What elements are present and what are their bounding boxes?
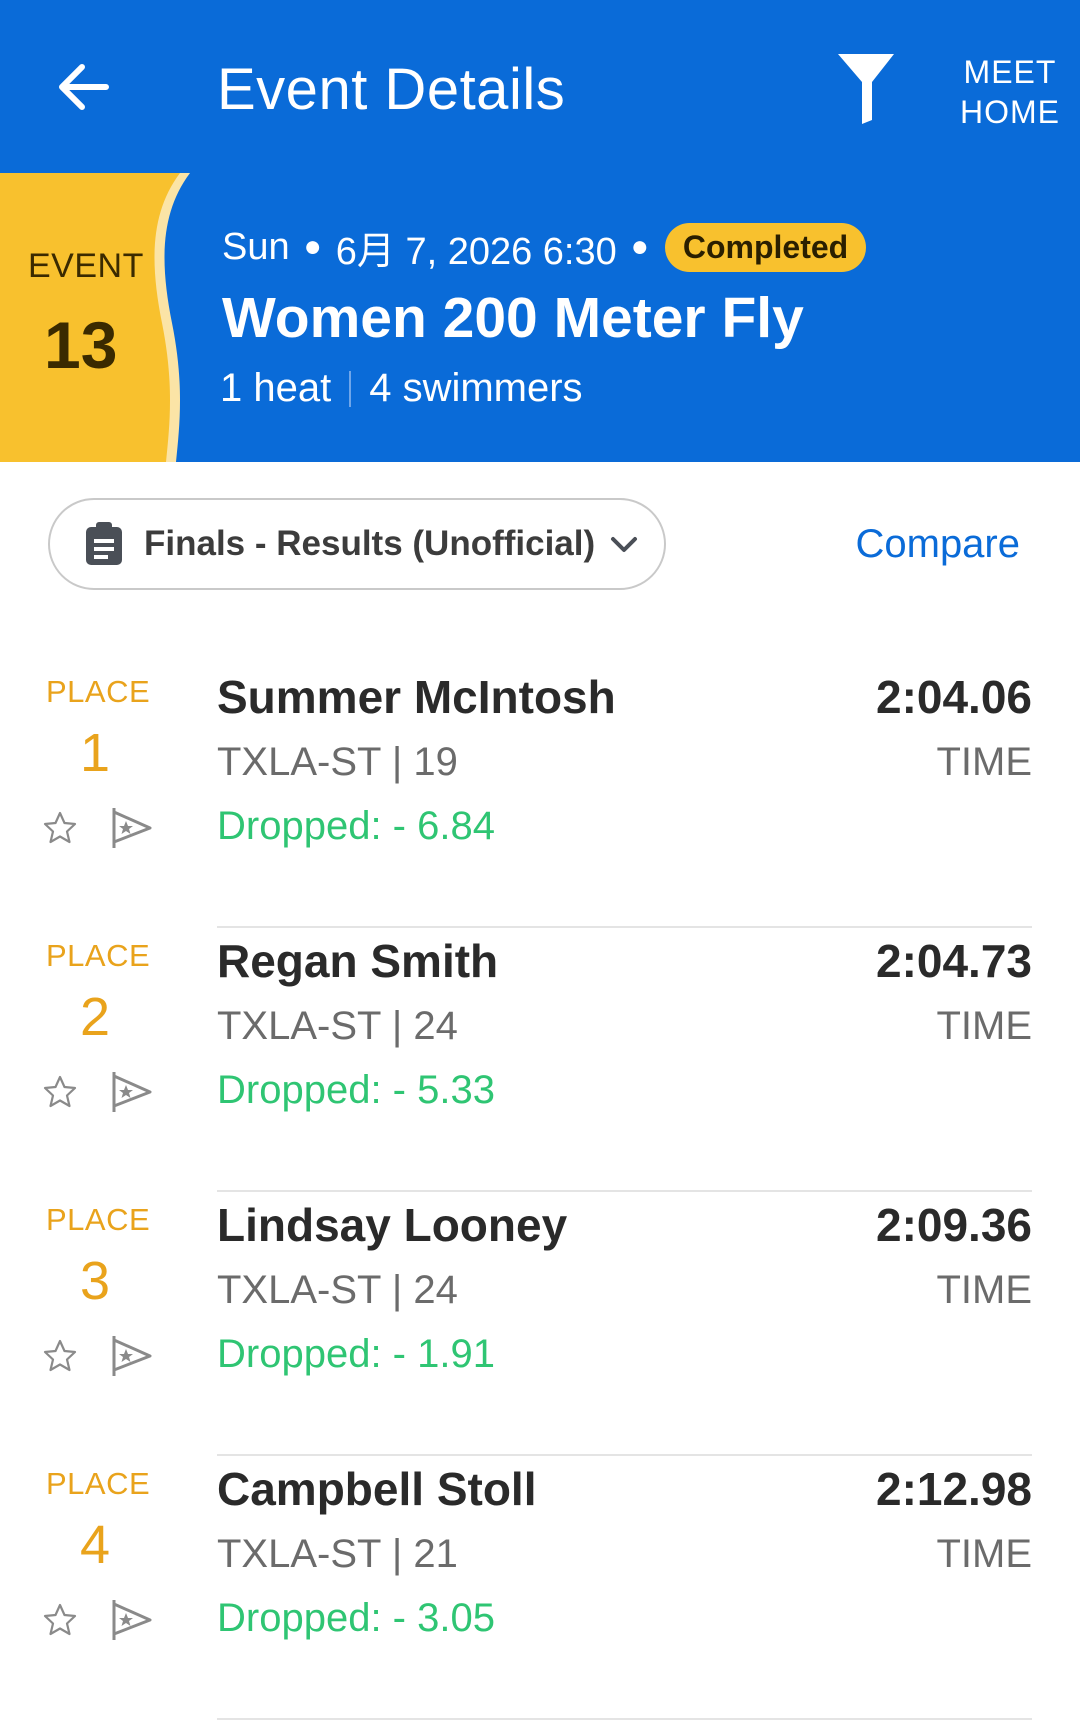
dropped-time: Dropped: - 3.05	[217, 1596, 495, 1640]
star-icon[interactable]	[42, 1074, 78, 1110]
filter-button[interactable]	[836, 52, 896, 126]
swimmer-name: Campbell Stoll	[217, 1463, 537, 1515]
heat-count: 1 heat	[220, 366, 332, 410]
page-title: Event Details	[217, 57, 566, 122]
place-number: 2	[79, 987, 111, 1047]
meet-home-label: MEET HOME	[960, 54, 1060, 130]
event-number: 13	[44, 308, 118, 382]
star-icon[interactable]	[42, 810, 78, 846]
app-bar: Event Details MEET HOME	[0, 0, 1080, 173]
event-summary: 1 heat 4 swimmers	[220, 366, 583, 411]
compare-link[interactable]: Compare	[855, 522, 1020, 567]
meet-home-button[interactable]: MEET HOME	[958, 52, 1062, 132]
swimmer-count: 4 swimmers	[369, 366, 583, 410]
star-icon[interactable]	[42, 1602, 78, 1638]
result-row[interactable]: PLACE 3 Lindsay Looney TXLA-ST | 24 Drop…	[0, 1192, 1080, 1456]
place-number: 1	[79, 723, 111, 783]
flag-icon[interactable]	[108, 1332, 156, 1380]
dropped-time: Dropped: - 5.33	[217, 1068, 495, 1112]
dropped-time: Dropped: - 1.91	[217, 1332, 495, 1376]
team-age: TXLA-ST | 24	[217, 1004, 458, 1048]
event-header: EVENT 13 Sun ● 6月 7, 2026 6:30 ● Complet…	[0, 173, 1080, 462]
round-dropdown[interactable]: Finals - Results (Unofficial)	[48, 498, 666, 590]
event-label: EVENT	[28, 247, 144, 285]
flag-icon[interactable]	[108, 1068, 156, 1116]
clipboard-icon	[86, 522, 122, 565]
swimmer-name: Regan Smith	[217, 935, 499, 987]
result-row[interactable]: PLACE 2 Regan Smith TXLA-ST | 24 Dropped…	[0, 928, 1080, 1192]
divider	[349, 370, 352, 407]
back-button[interactable]	[52, 55, 116, 119]
round-label: Finals - Results (Unofficial)	[144, 524, 596, 563]
event-meta: Sun ● 6月 7, 2026 6:30 ● Completed	[222, 221, 867, 273]
time-label: TIME	[936, 1004, 1032, 1048]
time-label: TIME	[936, 1532, 1032, 1576]
place-label: PLACE	[46, 1466, 151, 1501]
result-time: 2:04.73	[875, 935, 1032, 987]
team-age: TXLA-ST | 19	[217, 740, 458, 784]
time-label: TIME	[936, 1268, 1032, 1312]
team-age: TXLA-ST | 21	[217, 1532, 458, 1576]
swimmer-name: Lindsay Looney	[217, 1199, 568, 1251]
event-name: Women 200 Meter Fly	[222, 286, 804, 350]
result-time: 2:09.36	[875, 1199, 1032, 1251]
result-row[interactable]: PLACE 1 Summer McIntosh TXLA-ST | 19 Dro…	[0, 664, 1080, 928]
flag-icon[interactable]	[108, 1596, 156, 1644]
place-label: PLACE	[46, 1202, 151, 1237]
team-age: TXLA-ST | 24	[217, 1268, 458, 1312]
result-row[interactable]: PLACE 4 Campbell Stoll TXLA-ST | 21 Drop…	[0, 1456, 1080, 1720]
time-label: TIME	[936, 740, 1032, 784]
chevron-down-icon	[611, 537, 638, 552]
event-number-badge: EVENT 13	[0, 173, 200, 462]
status-badge: Completed	[664, 222, 867, 272]
dropped-time: Dropped: - 6.84	[217, 804, 495, 848]
event-day: Sun	[222, 225, 290, 268]
result-time: 2:04.06	[875, 671, 1032, 723]
place-label: PLACE	[46, 674, 151, 709]
meta-dot: ●	[630, 230, 649, 263]
arrow-left-icon	[59, 64, 109, 110]
star-icon[interactable]	[42, 1338, 78, 1374]
place-number: 4	[79, 1515, 111, 1575]
swimmer-name: Summer McIntosh	[217, 671, 616, 723]
flag-icon[interactable]	[108, 804, 156, 852]
result-time: 2:12.98	[875, 1463, 1032, 1515]
event-datetime: 6月 7, 2026 6:30	[335, 230, 617, 273]
filter-icon	[838, 54, 894, 124]
place-number: 3	[79, 1251, 111, 1311]
meta-dot: ●	[303, 230, 322, 263]
place-label: PLACE	[46, 938, 151, 973]
